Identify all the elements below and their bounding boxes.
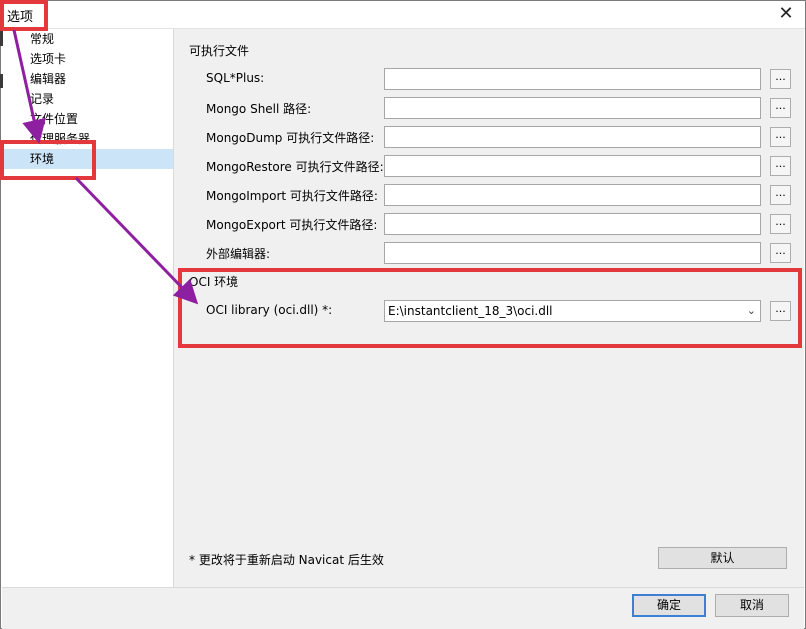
sqlplus-path-input[interactable]	[384, 68, 761, 90]
default-button[interactable]: 默认	[658, 547, 787, 569]
sidebar-item-file-location[interactable]: 文件位置	[2, 109, 173, 129]
sidebar-item-label: 编辑器	[30, 72, 67, 86]
mongodump-label: MongoDump 可执行文件路径:	[206, 131, 375, 145]
dialog-footer: 确定 取消	[2, 587, 804, 629]
window-title: 选项	[7, 10, 34, 25]
mongoexport-path-input[interactable]	[384, 213, 761, 235]
oci-library-combobox[interactable]: E:\instantclient_18_3\oci.dll ⌄	[384, 300, 761, 322]
mongo-shell-path-input[interactable]	[384, 97, 761, 119]
background-window-edge	[0, 28, 3, 46]
oci-library-label: OCI library (oci.dll) *:	[206, 303, 333, 317]
mongo-shell-browse-button[interactable]: ...	[770, 98, 791, 118]
options-dialog: 选项 ✕ 常规 选项卡 编辑器 记录 文件位置 代理服务器 环境 可执行文件 S…	[0, 0, 806, 629]
mongoimport-path-input[interactable]	[384, 184, 761, 206]
sqlplus-browse-button[interactable]: ...	[770, 69, 791, 89]
mongoimport-label: MongoImport 可执行文件路径:	[206, 189, 378, 203]
sidebar-item-editor[interactable]: 编辑器	[2, 69, 173, 89]
oci-library-value: E:\instantclient_18_3\oci.dll	[388, 304, 553, 318]
title-bar: 选项 ✕	[1, 1, 805, 29]
mongodump-browse-button[interactable]: ...	[770, 127, 791, 147]
category-list: 常规 选项卡 编辑器 记录 文件位置 代理服务器 环境	[2, 29, 174, 587]
oci-library-browse-button[interactable]: ...	[770, 301, 791, 321]
environment-panel: 可执行文件 SQL*Plus: ... Mongo Shell 路径: ... …	[174, 29, 804, 587]
restart-note: * 更改将于重新启动 Navicat 后生效	[189, 553, 384, 567]
mongodump-path-input[interactable]	[384, 126, 761, 148]
oci-group-title: OCI 环境	[189, 275, 239, 289]
mongoimport-browse-button[interactable]: ...	[770, 185, 791, 205]
sidebar-item-records[interactable]: 记录	[2, 89, 173, 109]
external-editor-browse-button[interactable]: ...	[770, 243, 791, 263]
mongorestore-label: MongoRestore 可执行文件路径:	[206, 160, 384, 174]
sidebar-item-label: 文件位置	[30, 112, 79, 126]
mongorestore-browse-button[interactable]: ...	[770, 156, 791, 176]
sidebar-item-label: 环境	[30, 152, 55, 166]
ok-button[interactable]: 确定	[632, 594, 706, 617]
sqlplus-label: SQL*Plus:	[206, 71, 265, 85]
sidebar-item-label: 记录	[30, 92, 55, 106]
sidebar-item-environment[interactable]: 环境	[2, 149, 173, 169]
external-editor-path-input[interactable]	[384, 242, 761, 264]
external-editor-label: 外部编辑器:	[206, 247, 271, 261]
sidebar-item-label: 常规	[30, 32, 55, 46]
sidebar-item-label: 选项卡	[30, 52, 67, 66]
mongoexport-label: MongoExport 可执行文件路径:	[206, 218, 378, 232]
sidebar-item-general[interactable]: 常规	[2, 29, 173, 49]
sidebar-item-tabs[interactable]: 选项卡	[2, 49, 173, 69]
mongorestore-path-input[interactable]	[384, 155, 761, 177]
mongoexport-browse-button[interactable]: ...	[770, 214, 791, 234]
background-window-edge	[0, 74, 3, 88]
sidebar-item-label: 代理服务器	[30, 132, 91, 146]
cancel-button[interactable]: 取消	[715, 594, 789, 617]
mongo-shell-label: Mongo Shell 路径:	[206, 102, 312, 116]
chevron-down-icon[interactable]: ⌄	[747, 301, 756, 321]
executables-group-title: 可执行文件	[189, 44, 250, 58]
sidebar-item-proxy[interactable]: 代理服务器	[2, 129, 173, 149]
close-icon[interactable]: ✕	[775, 4, 797, 24]
